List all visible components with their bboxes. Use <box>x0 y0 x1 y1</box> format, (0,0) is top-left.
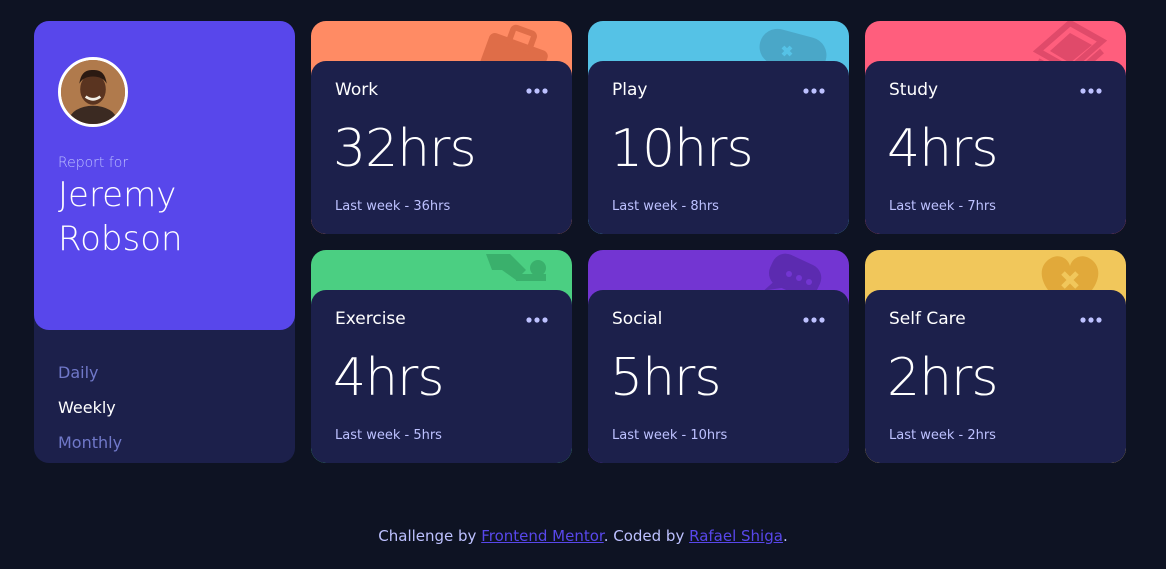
report-for-label: Report for <box>58 155 129 171</box>
time-tracking-dashboard: Report for Jeremy Robson Daily Weekly Mo… <box>34 21 1126 463</box>
activity-previous-hours: Last week - 36hrs <box>335 199 451 214</box>
activity-title: Study <box>889 80 939 100</box>
activity-card-body: Exercise 4hrs Last week - 5hrs <box>311 290 572 463</box>
footer-suffix: . <box>782 527 788 545</box>
ellipsis-icon[interactable] <box>803 88 825 94</box>
ellipsis-icon[interactable] <box>1080 88 1102 94</box>
period-monthly[interactable]: Monthly <box>58 425 122 460</box>
period-weekly[interactable]: Weekly <box>58 390 122 425</box>
activity-card-body: Social 5hrs Last week - 10hrs <box>588 290 849 463</box>
activity-current-hours: 32hrs <box>333 119 477 179</box>
period-selector: Daily Weekly Monthly <box>58 355 122 460</box>
activity-current-hours: 4hrs <box>333 348 445 408</box>
period-daily[interactable]: Daily <box>58 355 122 390</box>
activity-title: Work <box>335 80 379 100</box>
activity-title: Play <box>612 80 648 100</box>
activity-card-study: Study 4hrs Last week - 7hrs <box>865 21 1126 234</box>
activity-current-hours: 2hrs <box>887 348 999 408</box>
activity-card-body: Self Care 2hrs Last week - 2hrs <box>865 290 1126 463</box>
user-first-name: Jeremy <box>58 175 177 215</box>
ellipsis-icon[interactable] <box>526 88 548 94</box>
activity-previous-hours: Last week - 2hrs <box>889 428 996 443</box>
footer-prefix: Challenge by <box>378 527 482 545</box>
activity-previous-hours: Last week - 5hrs <box>335 428 442 443</box>
ellipsis-icon[interactable] <box>803 317 825 323</box>
activity-card-work: Work 32hrs Last week - 36hrs <box>311 21 572 234</box>
profile-header: Report for Jeremy Robson <box>34 21 295 330</box>
profile-card: Report for Jeremy Robson Daily Weekly Mo… <box>34 21 295 463</box>
activity-card-social: Social 5hrs Last week - 10hrs <box>588 250 849 463</box>
activity-card-self-care: Self Care 2hrs Last week - 2hrs <box>865 250 1126 463</box>
activity-previous-hours: Last week - 10hrs <box>612 428 728 443</box>
activity-card-play: Play 10hrs Last week - 8hrs <box>588 21 849 234</box>
ellipsis-icon[interactable] <box>526 317 548 323</box>
user-name: Jeremy Robson <box>58 173 278 261</box>
ellipsis-icon[interactable] <box>1080 317 1102 323</box>
user-last-name: Robson <box>58 219 183 259</box>
activity-current-hours: 5hrs <box>610 348 722 408</box>
activity-card-body: Study 4hrs Last week - 7hrs <box>865 61 1126 234</box>
activity-current-hours: 10hrs <box>610 119 754 179</box>
footer-middle: . Coded by <box>603 527 690 545</box>
activity-title: Self Care <box>889 309 966 329</box>
activity-previous-hours: Last week - 7hrs <box>889 199 996 214</box>
activity-previous-hours: Last week - 8hrs <box>612 199 719 214</box>
author-link[interactable]: Rafael Shiga <box>689 527 783 545</box>
avatar <box>58 57 128 127</box>
activity-current-hours: 4hrs <box>887 119 999 179</box>
activity-title: Exercise <box>335 309 406 329</box>
activity-card-body: Work 32hrs Last week - 36hrs <box>311 61 572 234</box>
activity-card-body: Play 10hrs Last week - 8hrs <box>588 61 849 234</box>
frontend-mentor-link[interactable]: Frontend Mentor <box>481 527 604 545</box>
attribution-footer: Challenge by Frontend Mentor. Coded by R… <box>0 527 1166 545</box>
activity-title: Social <box>612 309 663 329</box>
avatar-photo-icon <box>61 60 125 124</box>
activity-card-exercise: Exercise 4hrs Last week - 5hrs <box>311 250 572 463</box>
